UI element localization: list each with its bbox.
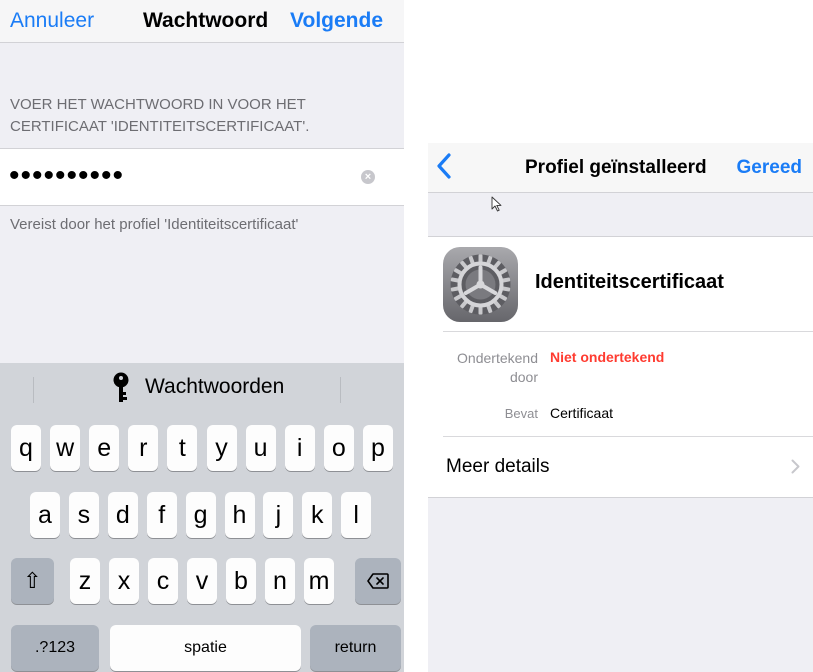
divider <box>340 377 341 403</box>
key-u[interactable]: u <box>245 425 276 471</box>
key-p[interactable]: p <box>362 425 393 471</box>
password-field[interactable]: •••••••••• × <box>0 148 404 206</box>
keyboard: Wachtwoorden qwertyuiop asdfghjkl ⇧ zxcv… <box>0 363 404 672</box>
page-title: Profiel geïnstalleerd <box>525 157 707 178</box>
back-chevron-icon[interactable] <box>436 153 452 179</box>
key-s[interactable]: s <box>68 492 99 538</box>
contains-value: Certificaat <box>550 405 614 421</box>
done-button[interactable]: Gereed <box>737 157 802 179</box>
settings-gear-icon <box>443 247 518 322</box>
shift-icon: ⇧ <box>23 568 42 593</box>
cancel-button[interactable]: Annuleer <box>10 9 94 33</box>
navigation-bar: Profiel geïnstalleerd Gereed <box>428 143 813 193</box>
key-i[interactable]: i <box>284 425 315 471</box>
key-b[interactable]: b <box>226 558 256 604</box>
separator <box>443 331 813 332</box>
key-y[interactable]: y <box>206 425 237 471</box>
required-by-text: Vereist door het profiel 'Identiteitscer… <box>10 216 299 233</box>
suggestion-bar: Wachtwoorden <box>0 363 404 411</box>
key-icon <box>113 372 129 402</box>
key-o[interactable]: o <box>323 425 354 471</box>
key-c[interactable]: c <box>148 558 178 604</box>
instruction-text: VOER HET WACHTWOORD IN VOOR HET CERTIFIC… <box>10 96 310 135</box>
profile-installed-screen: Profiel geïnstalleerd Gereed Identiteits… <box>428 143 813 672</box>
password-screen: Annuleer Wachtwoord Volgende VOER HET WA… <box>0 0 404 672</box>
key-x[interactable]: x <box>109 558 139 604</box>
key-l[interactable]: l <box>341 492 372 538</box>
key-d[interactable]: d <box>107 492 138 538</box>
contains-label: Bevat <box>504 406 538 421</box>
separator <box>443 436 813 437</box>
next-button[interactable]: Volgende <box>290 9 383 33</box>
page-title: Wachtwoord <box>143 9 269 32</box>
space-key[interactable]: spatie <box>110 625 301 671</box>
passwords-suggestion[interactable]: Wachtwoorden <box>145 375 284 399</box>
numbers-key[interactable]: .?123 <box>11 625 99 671</box>
backspace-key[interactable] <box>355 558 401 604</box>
divider <box>33 377 34 403</box>
profile-card: Identiteitscertificaat Ondertekend door … <box>428 236 813 498</box>
more-details-link[interactable]: Meer details <box>446 456 550 478</box>
key-w[interactable]: w <box>50 425 81 471</box>
clear-icon[interactable]: × <box>361 170 375 184</box>
signed-by-value: Niet ondertekend <box>550 349 665 365</box>
key-f[interactable]: f <box>146 492 177 538</box>
key-h[interactable]: h <box>224 492 255 538</box>
key-k[interactable]: k <box>302 492 333 538</box>
return-key[interactable]: return <box>310 625 401 671</box>
key-g[interactable]: g <box>185 492 216 538</box>
key-n[interactable]: n <box>265 558 295 604</box>
signed-by-label: Ondertekend door <box>457 350 538 385</box>
key-v[interactable]: v <box>187 558 217 604</box>
backspace-icon <box>367 572 389 589</box>
key-e[interactable]: e <box>89 425 120 471</box>
password-value: •••••••••• <box>9 159 125 192</box>
key-r[interactable]: r <box>128 425 159 471</box>
key-t[interactable]: t <box>167 425 198 471</box>
key-q[interactable]: q <box>11 425 41 471</box>
key-m[interactable]: m <box>304 558 334 604</box>
key-z[interactable]: z <box>70 558 100 604</box>
chevron-right-icon[interactable] <box>791 459 800 474</box>
mouse-cursor-icon <box>491 196 502 212</box>
key-a[interactable]: a <box>30 492 60 538</box>
profile-name: Identiteitscertificaat <box>535 271 724 293</box>
key-j[interactable]: j <box>263 492 294 538</box>
navigation-bar: Annuleer Wachtwoord Volgende <box>0 0 404 43</box>
shift-key[interactable]: ⇧ <box>11 558 54 604</box>
